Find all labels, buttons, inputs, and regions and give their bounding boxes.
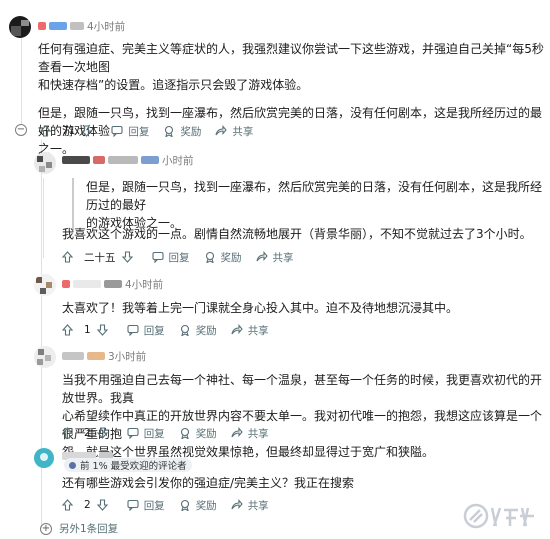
vote-count: 2 bbox=[84, 427, 91, 439]
upvote-icon[interactable] bbox=[40, 125, 51, 137]
comment-body: 我喜欢这个游戏的一点。剧情自然流畅地展开（背景华丽），不知不觉就过去了3个小时。 bbox=[62, 225, 548, 243]
award-button[interactable]: 奖励 bbox=[204, 250, 242, 265]
upvote-icon[interactable] bbox=[62, 427, 73, 439]
upvote-icon[interactable] bbox=[62, 251, 73, 263]
share-button[interactable]: 共享 bbox=[231, 498, 269, 513]
share-icon bbox=[231, 499, 243, 510]
comment-meta: 3小时前 bbox=[62, 348, 146, 364]
reply-button[interactable]: 回复 bbox=[127, 323, 165, 338]
badge-icon bbox=[69, 461, 76, 469]
share-button[interactable]: 共享 bbox=[255, 250, 294, 265]
comment-meta: 4小时前 bbox=[62, 276, 163, 292]
upvote-icon[interactable] bbox=[62, 499, 73, 511]
comment-paragraph: 和快速存档”的设置。追逐指示只会毁了游戏体验。 bbox=[38, 78, 309, 92]
timestamp: 4小时前 bbox=[87, 20, 126, 33]
vote-count: 2 bbox=[84, 499, 91, 511]
comment-paragraph: 当我不用强迫自己去每一个神社、每一个温泉，甚至每一个任务的时候，我更喜欢初代的开… bbox=[62, 373, 543, 405]
award-button[interactable]: 奖励 bbox=[163, 124, 201, 139]
vote-control: 二十五 bbox=[62, 250, 138, 265]
comment-actions: 1 回复 奖励 共享 bbox=[62, 322, 283, 338]
username[interactable] bbox=[62, 280, 70, 288]
downvote-icon[interactable] bbox=[96, 324, 108, 336]
downvote-icon[interactable] bbox=[121, 251, 133, 263]
comment-body: 太喜欢了！我等着上完一门课就全身心投入其中。迫不及待地想沉浸其中。 bbox=[62, 299, 548, 317]
vote-count: 二十五 bbox=[84, 251, 116, 264]
reply-button[interactable]: 回复 bbox=[151, 250, 190, 265]
avatar[interactable] bbox=[34, 274, 56, 296]
share-button[interactable]: 共享 bbox=[231, 323, 269, 338]
award-icon bbox=[165, 125, 174, 137]
award-button[interactable]: 奖励 bbox=[179, 426, 217, 441]
thread-line-main bbox=[41, 140, 42, 528]
expand-icon: + bbox=[40, 522, 52, 535]
comment-actions: 2 回复 奖励 共享 bbox=[62, 425, 283, 441]
timestamp: 小时前 bbox=[162, 154, 194, 167]
vote-count: 1 bbox=[84, 324, 91, 336]
username[interactable] bbox=[62, 156, 90, 164]
award-button[interactable]: 奖励 bbox=[179, 323, 217, 338]
comment-paragraph: 任何有强迫症、完美主义等症状的人，我强烈建议你尝试一下这些游戏，并强迫自己关掉“… bbox=[38, 42, 544, 74]
comment-paragraph: 我喜欢这个游戏的一点。剧情自然流畅地展开（背景华丽），不知不觉就过去了3个小时。 bbox=[62, 227, 532, 241]
reply-button[interactable]: 回复 bbox=[111, 124, 149, 139]
more-replies-link[interactable]: + 另外1条回复 bbox=[40, 521, 118, 536]
comment-body: 任何有强迫症、完美主义等症状的人，我强烈建议你尝试一下这些游戏，并强迫自己关掉“… bbox=[38, 40, 548, 158]
award-icon bbox=[180, 499, 189, 511]
thread-line-reply-1 bbox=[43, 178, 44, 258]
comment-actions: 2 回复 奖励 共享 bbox=[62, 497, 283, 513]
comment-paragraph: 还有哪些游戏会引发你的强迫症/完美主义？我正在搜索 bbox=[62, 476, 355, 490]
thread-line-root bbox=[21, 38, 22, 134]
reply-icon bbox=[127, 427, 139, 439]
downvote-icon[interactable] bbox=[96, 499, 108, 511]
reply-button[interactable]: 回复 bbox=[127, 426, 165, 441]
award-icon bbox=[180, 427, 189, 439]
avatar[interactable] bbox=[34, 152, 56, 174]
comment-meta: 4小时前 bbox=[38, 18, 125, 34]
timestamp: 3小时前 bbox=[108, 350, 147, 363]
award-button[interactable]: 奖励 bbox=[179, 498, 217, 513]
comment-body: 还有哪些游戏会引发你的强迫症/完美主义？我正在搜索 bbox=[62, 474, 548, 492]
reply-icon bbox=[111, 125, 123, 137]
upvote-icon[interactable] bbox=[62, 324, 73, 336]
reply-button[interactable]: 回复 bbox=[127, 498, 165, 513]
quote-line: 但是，跟随一只鸟，找到一座瀑布，然后欣赏完美的日落，没有任何剧本，这是我所经历过… bbox=[86, 180, 543, 212]
avatar[interactable] bbox=[34, 346, 56, 368]
vote-control: 1 bbox=[62, 324, 113, 336]
comment-actions: 二十五 回复 奖励 共享 bbox=[62, 249, 308, 265]
reply-icon bbox=[127, 499, 139, 511]
vote-control: 2 bbox=[62, 427, 113, 439]
award-icon bbox=[205, 251, 214, 263]
top-commenter-badge: 前 1% 最受欢迎的评论者 bbox=[64, 458, 192, 472]
comment-body: 当我不用强迫自己去每一个神社、每一个温泉，甚至每一个任务的时候，我更喜欢初代的开… bbox=[62, 371, 548, 461]
share-button[interactable]: 共享 bbox=[231, 426, 269, 441]
share-icon bbox=[255, 251, 268, 262]
share-icon bbox=[231, 427, 243, 438]
share-icon bbox=[231, 324, 243, 335]
watermark-logo bbox=[462, 500, 538, 538]
comment-meta: 小时前 bbox=[62, 152, 194, 168]
username[interactable] bbox=[38, 22, 46, 30]
avatar[interactable] bbox=[34, 448, 54, 468]
comment-actions: 71 回复 奖励 共享 bbox=[40, 123, 267, 139]
share-icon bbox=[215, 125, 228, 136]
share-button[interactable]: 共享 bbox=[215, 124, 253, 139]
collapse-icon[interactable]: − bbox=[15, 124, 27, 136]
avatar[interactable] bbox=[9, 16, 31, 38]
comment-paragraph: 太喜欢了！我等着上完一门课就全身心投入其中。迫不及待地想沉浸其中。 bbox=[62, 301, 459, 315]
vote-count: 71 bbox=[62, 125, 76, 137]
timestamp: 4小时前 bbox=[125, 278, 164, 291]
vote-control: 71 bbox=[40, 125, 97, 137]
downvote-icon[interactable] bbox=[81, 125, 93, 137]
award-icon bbox=[180, 324, 189, 336]
reply-icon bbox=[127, 324, 139, 336]
vote-control: 2 bbox=[62, 499, 113, 511]
downvote-icon[interactable] bbox=[96, 427, 108, 439]
username[interactable] bbox=[62, 352, 84, 360]
reply-icon bbox=[151, 251, 164, 263]
blockquote: 但是，跟随一只鸟，找到一座瀑布，然后欣赏完美的日落，没有任何剧本，这是我所经历过… bbox=[72, 178, 546, 232]
